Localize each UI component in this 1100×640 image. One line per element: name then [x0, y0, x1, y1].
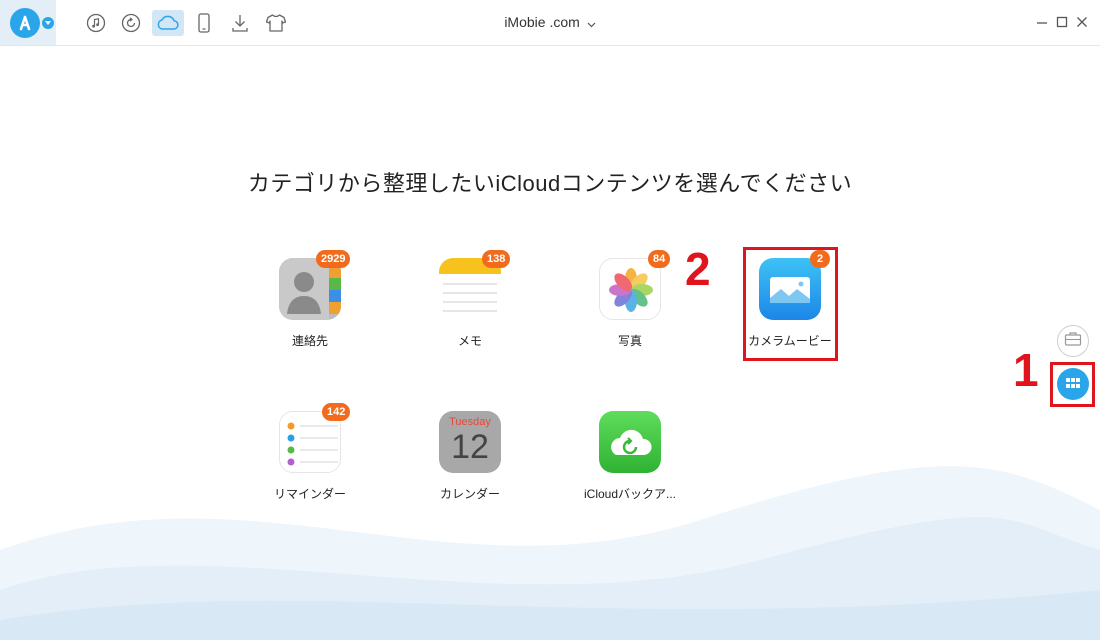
category-label: メモ: [457, 334, 482, 348]
step-2-label: 2: [685, 243, 711, 295]
chevron-down-icon: [42, 17, 54, 29]
category-label: 写真: [617, 334, 642, 348]
category-contacts[interactable]: 2929 連絡先: [250, 246, 370, 356]
count-badge: 84: [648, 250, 671, 268]
category-reminders[interactable]: 142 リマインダー: [250, 399, 370, 509]
highlight-box-camera-movies: [743, 247, 838, 361]
title-bar: iMobie .com: [0, 0, 1100, 46]
icloud-backup-icon: [599, 411, 661, 473]
category-notes[interactable]: 138 メモ: [410, 246, 530, 356]
highlight-box-category-view: [1050, 362, 1095, 407]
maximize-button[interactable]: [1054, 14, 1070, 30]
calendar-date-label: 12: [451, 428, 489, 466]
download-icon[interactable]: [226, 10, 254, 36]
device-name: iMobie .com: [504, 14, 580, 30]
count-badge: 142: [322, 403, 351, 421]
count-badge: 138: [482, 250, 511, 268]
app-menu-button[interactable]: [0, 0, 56, 45]
category-icloud-backup[interactable]: iCloudバックア...: [570, 399, 690, 509]
category-label: リマインダー: [273, 487, 346, 501]
minimize-button[interactable]: [1034, 14, 1050, 30]
category-calendar[interactable]: Tuesday 12 カレンダー: [410, 399, 530, 509]
page-title: カテゴリから整理したいiCloudコンテンツを選んでください: [247, 171, 853, 196]
chevron-down-icon: [587, 15, 596, 31]
toolbox-icon: [1064, 331, 1082, 352]
category-label: 連絡先: [291, 334, 328, 348]
step-1-label: 1: [1013, 344, 1039, 396]
photos-icon: [599, 258, 661, 320]
close-button[interactable]: [1074, 14, 1090, 30]
device-selector[interactable]: iMobie .com: [480, 14, 620, 31]
phone-icon[interactable]: [190, 10, 218, 36]
toolbox-button[interactable]: [1057, 325, 1089, 357]
tshirt-icon[interactable]: [262, 10, 290, 36]
background-waves: [0, 466, 1100, 640]
calendar-icon: Tuesday 12: [439, 411, 501, 473]
music-icon[interactable]: [82, 10, 110, 36]
category-label: iCloudバックア...: [583, 487, 677, 501]
restore-icon[interactable]: [117, 10, 145, 36]
category-photos[interactable]: 84 写真: [570, 246, 690, 356]
icloud-icon[interactable]: [152, 10, 184, 36]
anytrans-logo-icon: [10, 8, 40, 38]
count-badge: 2929: [316, 250, 351, 268]
calendar-day-label: Tuesday: [449, 416, 491, 428]
category-label: カレンダー: [439, 487, 500, 501]
